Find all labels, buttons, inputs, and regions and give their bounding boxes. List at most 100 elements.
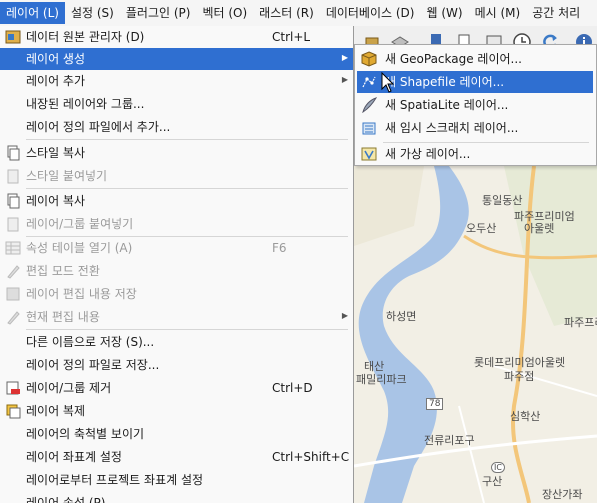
map-canvas[interactable]: 통일동산 파주프리미엄 아울렛 오두산 하성면 태산 패밀리파크 파주프리조트 … (354, 166, 597, 503)
menu-item-label: 레이어 복제 (26, 404, 86, 418)
remove-layer-icon (6, 381, 20, 395)
menu-item-label: 스타일 복사 (26, 146, 86, 160)
shortcut-label: Ctrl+Shift+C (272, 450, 350, 464)
menu-item-label: 레이어/그룹 붙여넣기 (26, 217, 134, 231)
menu-item-set-layer-crs[interactable]: 레이어 좌표계 설정 Ctrl+Shift+C (0, 446, 353, 468)
virtual-layer-icon (361, 147, 377, 161)
duplicate-layer-icon (6, 404, 21, 419)
submenu-arrow-icon: ▶ (341, 311, 348, 320)
menu-item-label: 레이어 추가 (26, 74, 86, 88)
submenu-arrow-icon: ▶ (341, 53, 348, 62)
paste-style-icon (7, 169, 19, 184)
menu-item-add-from-definition[interactable]: 레이어 정의 파일에서 추가... (0, 116, 353, 138)
submenu-item-label: 새 가상 레이어... (385, 147, 471, 161)
map-label: 오두산 (466, 222, 497, 235)
submenu-item-spatialite[interactable]: 새 SpatiaLite 레이어... (357, 94, 593, 116)
menu-item-data-source-manager[interactable]: 데이터 원본 관리자 (D) Ctrl+L (0, 26, 353, 48)
submenu-item-label: 새 SpatiaLite 레이어... (385, 98, 509, 112)
menu-item-scale-visibility[interactable]: 레이어의 축척별 보이기 (0, 423, 353, 445)
paste-layer-icon (7, 217, 19, 232)
menu-item-save-edits[interactable]: 레이어 편집 내용 저장 (0, 283, 353, 305)
menu-item-label: 속성 테이블 열기 (A) (26, 241, 133, 255)
map-label: 통일동산 (482, 194, 523, 207)
map-label: 파주점 (504, 370, 535, 383)
copy-layer-icon (7, 193, 20, 209)
menu-item-label: 레이어로부터 프로젝트 좌표계 설정 (26, 473, 204, 487)
create-layer-submenu: 새 GeoPackage 레이어... 새 Shapefile 레이어... 새… (354, 44, 597, 166)
map-label: 하성면 (386, 310, 417, 323)
map-label: 장산가좌 (542, 488, 583, 501)
menu-item-add-layer[interactable]: 레이어 추가 ▶ (0, 70, 353, 92)
menu-separator (26, 329, 348, 330)
menu-item-label: 데이터 원본 관리자 (D) (26, 30, 145, 44)
shortcut-label: F6 (272, 241, 287, 255)
menu-processing[interactable]: 공간 처리 (526, 2, 586, 24)
menu-item-label: 다른 이름으로 저장 (S)... (26, 335, 155, 349)
menu-item-label: 레이어/그룹 제거 (26, 381, 112, 395)
menu-web[interactable]: 웹 (W) (420, 2, 468, 24)
menu-item-save-as[interactable]: 다른 이름으로 저장 (S)... (0, 331, 353, 353)
menu-item-save-definition[interactable]: 레이어 정의 파일로 저장... (0, 354, 353, 376)
menu-plugins[interactable]: 플러그인 (P) (120, 2, 197, 24)
attribute-table-icon (5, 241, 21, 255)
menu-item-attribute-table[interactable]: 속성 테이블 열기 (A) F6 (0, 237, 353, 259)
map-label: 구산 (482, 475, 503, 488)
menu-item-copy-layer[interactable]: 레이어 복사 (0, 190, 353, 212)
menu-item-label: 레이어 속성 (P)... (26, 496, 117, 503)
menu-settings[interactable]: 설정 (S) (65, 2, 120, 24)
menu-item-paste-style[interactable]: 스타일 붙여넣기 (0, 165, 353, 187)
shortcut-label: Ctrl+D (272, 381, 313, 395)
menu-mesh[interactable]: 메시 (M) (469, 2, 527, 24)
shapefile-icon (362, 76, 376, 88)
menu-item-label: 레이어 좌표계 설정 (26, 450, 122, 464)
submenu-arrow-icon: ▶ (341, 75, 348, 84)
menu-item-label: 편집 모드 전환 (26, 264, 100, 278)
menu-separator (26, 139, 348, 140)
geopackage-icon (361, 51, 377, 67)
submenu-item-scratch-layer[interactable]: 새 임시 스크래치 레이어... (357, 117, 593, 139)
menu-raster[interactable]: 래스터 (R) (253, 2, 320, 24)
menu-item-set-project-crs[interactable]: 레이어로부터 프로젝트 좌표계 설정 (0, 469, 353, 491)
map-label: 아울렛 (524, 222, 555, 235)
shortcut-label: Ctrl+L (272, 30, 311, 44)
copy-style-icon (7, 145, 20, 161)
menu-item-label: 레이어 정의 파일에서 추가... (26, 120, 171, 134)
menu-item-label: 레이어 정의 파일로 저장... (26, 358, 160, 372)
menu-vector[interactable]: 벡터 (O) (196, 2, 253, 24)
menu-item-duplicate-layer[interactable]: 레이어 복제 (0, 400, 353, 422)
scratch-layer-icon (362, 122, 376, 135)
menu-item-toggle-editing[interactable]: 편집 모드 전환 (0, 260, 353, 282)
menu-item-remove-layer[interactable]: 레이어/그룹 제거 Ctrl+D (0, 377, 353, 399)
menu-separator (26, 188, 348, 189)
map-label: 전류리포구 (424, 434, 475, 447)
menu-item-paste-layer[interactable]: 레이어/그룹 붙여넣기 (0, 213, 353, 235)
menu-item-label: 레이어의 축척별 보이기 (26, 427, 145, 441)
save-edits-icon (6, 287, 20, 301)
menu-item-label: 레이어 생성 (26, 52, 86, 66)
current-edits-icon (7, 311, 20, 325)
submenu-item-virtual-layer[interactable]: 새 가상 레이어... (357, 143, 593, 165)
submenu-item-label: 새 GeoPackage 레이어... (385, 52, 522, 66)
menu-item-label: 레이어 편집 내용 저장 (26, 287, 137, 301)
menu-item-current-edits[interactable]: 현재 편집 내용 ▶ (0, 306, 353, 328)
menu-item-copy-style[interactable]: 스타일 복사 (0, 142, 353, 164)
map-label: 심학산 (510, 410, 541, 423)
map-label: 78 (426, 398, 444, 410)
menu-item-layer-properties[interactable]: 레이어 속성 (P)... (0, 492, 353, 503)
menu-item-create-layer[interactable]: 레이어 생성 ▶ (0, 48, 353, 70)
layer-menu: 데이터 원본 관리자 (D) Ctrl+L 레이어 생성 ▶ 레이어 추가 ▶ … (0, 26, 354, 503)
menu-item-embedded-layers[interactable]: 내장된 레이어와 그룹... (0, 93, 353, 115)
toggle-editing-icon (7, 265, 20, 279)
menu-bar: 레이어 (L) 설정 (S) 플러그인 (P) 벡터 (O) 래스터 (R) 데… (0, 0, 597, 27)
menu-layer[interactable]: 레이어 (L) (0, 2, 65, 24)
submenu-item-label: 새 임시 스크래치 레이어... (385, 121, 519, 135)
submenu-item-geopackage[interactable]: 새 GeoPackage 레이어... (357, 48, 593, 70)
map-label: 패밀리파크 (356, 373, 407, 386)
map-label: 파주프리조트 (564, 316, 597, 329)
menu-item-label: 레이어 복사 (26, 194, 86, 208)
map-label: IC (491, 462, 505, 473)
submenu-item-label: 새 Shapefile 레이어... (385, 75, 505, 89)
data-source-manager-icon (5, 30, 21, 44)
menu-item-label: 스타일 붙여넣기 (26, 169, 108, 183)
menu-database[interactable]: 데이터베이스 (D) (320, 2, 421, 24)
